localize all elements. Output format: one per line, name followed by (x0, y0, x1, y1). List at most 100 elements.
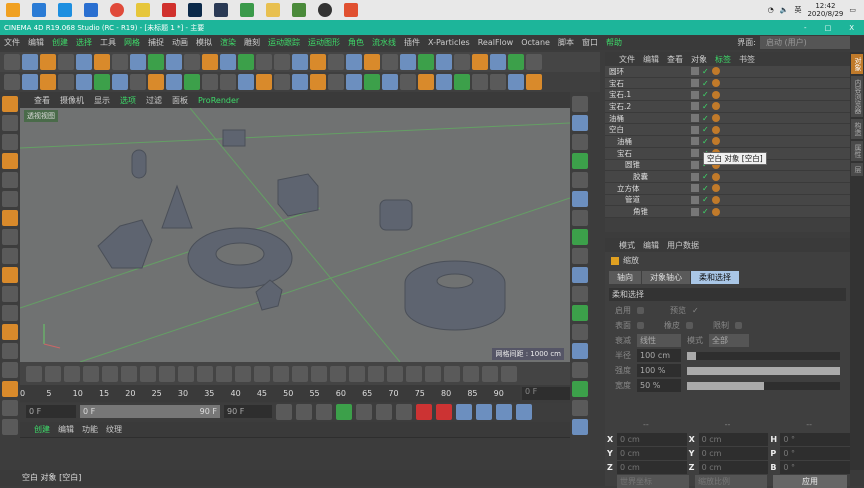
viewport-menu-item[interactable]: 查看 (34, 95, 50, 106)
tool-button[interactable] (572, 96, 588, 112)
enabled-check-icon[interactable]: ✓ (702, 90, 712, 99)
tool-button[interactable] (572, 419, 588, 435)
menu-item[interactable]: 窗口 (582, 37, 598, 48)
anim-tool-button[interactable] (64, 365, 80, 382)
object-row[interactable]: 宝石.2 ✓ (605, 101, 850, 113)
toolbar-button[interactable] (76, 54, 92, 70)
anim-tool-button[interactable] (83, 365, 99, 382)
toolbar-button[interactable] (238, 54, 254, 70)
anim-tool-button[interactable] (501, 365, 517, 382)
strength-slider[interactable] (687, 366, 840, 375)
toolbar-button[interactable] (274, 74, 290, 90)
layout-dropdown[interactable]: 启动 (用户) (760, 36, 850, 49)
timeline-ruler[interactable]: 0 5 10 15 20 25 30 35 40 45 50 55 60 65 70 75 80 85 90 (20, 385, 520, 402)
toolbar-button[interactable] (148, 54, 164, 70)
menu-item[interactable]: 创建 (52, 37, 68, 48)
visibility-icon[interactable] (691, 137, 699, 146)
mode-button[interactable] (2, 153, 18, 169)
menu-item[interactable]: Octane (521, 38, 550, 47)
menu-item[interactable]: 帮助 (606, 37, 622, 48)
go-to-end-icon[interactable] (396, 403, 412, 420)
end-frame-field[interactable]: 90 F (224, 405, 272, 418)
anim-tool-button[interactable] (45, 365, 61, 382)
toolbar-button[interactable] (256, 54, 272, 70)
menu-item[interactable]: 文件 (4, 37, 20, 48)
tag-icon[interactable] (712, 172, 720, 181)
enabled-check-icon[interactable]: ✓ (702, 67, 712, 76)
tool-button[interactable] (572, 134, 588, 150)
enabled-check-icon[interactable]: ✓ (702, 114, 712, 123)
anim-tool-button[interactable] (482, 365, 498, 382)
mode-button[interactable] (2, 210, 18, 226)
rubber-checkbox[interactable] (686, 322, 693, 329)
mode-button[interactable] (2, 305, 18, 321)
toolbar-button[interactable] (526, 54, 542, 70)
viewport-menu-item[interactable]: 面板 (172, 95, 188, 106)
toolbar-button[interactable] (292, 74, 308, 90)
folder-icon[interactable] (266, 3, 280, 17)
app-icon[interactable] (240, 3, 254, 17)
maximize-button[interactable]: □ (825, 24, 832, 32)
toolbar-button[interactable] (58, 74, 74, 90)
mode-button[interactable] (2, 381, 18, 397)
mode-button[interactable] (2, 115, 18, 131)
toolbar-button[interactable] (490, 54, 506, 70)
edge-icon[interactable] (58, 3, 72, 17)
toolbar-button[interactable] (166, 54, 182, 70)
mode-button[interactable] (2, 267, 18, 283)
toolbar-button[interactable] (238, 74, 254, 90)
app-icon[interactable] (6, 3, 20, 17)
toolbar-button[interactable] (22, 74, 38, 90)
toolbar-button[interactable] (454, 74, 470, 90)
autokey-icon[interactable] (436, 403, 452, 420)
object-menu-item[interactable]: 文件 (619, 54, 635, 65)
anim-tool-button[interactable] (273, 365, 289, 382)
tab-soft-selection[interactable]: 柔和选择 (691, 271, 739, 284)
menu-item[interactable]: 捕捉 (148, 37, 164, 48)
volume-icon[interactable]: 🔈 (780, 6, 789, 14)
visibility-icon[interactable] (691, 79, 699, 88)
object-row[interactable]: 空白 ✓ (605, 124, 850, 137)
toolbar-button[interactable] (40, 74, 56, 90)
radius-field[interactable]: 100 cm (637, 349, 681, 362)
menu-item[interactable]: 流水线 (372, 37, 396, 48)
anim-tool-button[interactable] (311, 365, 327, 382)
toolbar-button[interactable] (400, 54, 416, 70)
menu-item[interactable]: RealFlow (478, 38, 514, 47)
enabled-check-icon[interactable]: ✓ (702, 172, 712, 181)
strength-field[interactable]: 100 % (637, 364, 681, 377)
mode-button[interactable] (2, 172, 18, 188)
toolbar-button[interactable] (58, 54, 74, 70)
anim-tool-button[interactable] (102, 365, 118, 382)
toolbar-button[interactable] (364, 74, 380, 90)
visibility-icon[interactable] (691, 114, 699, 123)
enabled-check-icon[interactable]: ✓ (702, 184, 712, 193)
width-field[interactable]: 50 % (637, 379, 681, 392)
side-tab[interactable]: 内容浏览器 (851, 76, 863, 117)
toolbar-button[interactable] (364, 54, 380, 70)
coord-field[interactable]: 0 ° (780, 460, 851, 474)
tool-button[interactable] (572, 115, 588, 131)
toolbar-button[interactable] (454, 54, 470, 70)
tool-button[interactable] (572, 153, 588, 169)
mode-button[interactable] (2, 248, 18, 264)
toolbar-button[interactable] (130, 54, 146, 70)
menu-item[interactable]: 网格 (124, 37, 140, 48)
viewport-menu-item[interactable]: 过滤 (146, 95, 162, 106)
width-slider[interactable] (687, 381, 840, 390)
app-icon[interactable] (32, 3, 46, 17)
visibility-icon[interactable] (691, 184, 699, 193)
toolbar-button[interactable] (4, 74, 20, 90)
ime-indicator[interactable]: 英 (794, 5, 801, 15)
enabled-check-icon[interactable]: ✓ (702, 79, 712, 88)
anim-tool-button[interactable] (368, 365, 384, 382)
object-menu-item[interactable]: 标签 (715, 54, 731, 65)
menu-item[interactable]: 选择 (76, 37, 92, 48)
cylinder-object-body[interactable] (222, 129, 246, 147)
clock[interactable]: 12:42 2020/8/29 (807, 2, 843, 18)
object-row[interactable]: 管道 ✓ (605, 194, 850, 207)
viewport-menu-item[interactable]: 选项 (120, 95, 136, 106)
toolbar-button[interactable] (202, 74, 218, 90)
tool-button[interactable] (572, 172, 588, 188)
toolbar-button[interactable] (508, 54, 524, 70)
